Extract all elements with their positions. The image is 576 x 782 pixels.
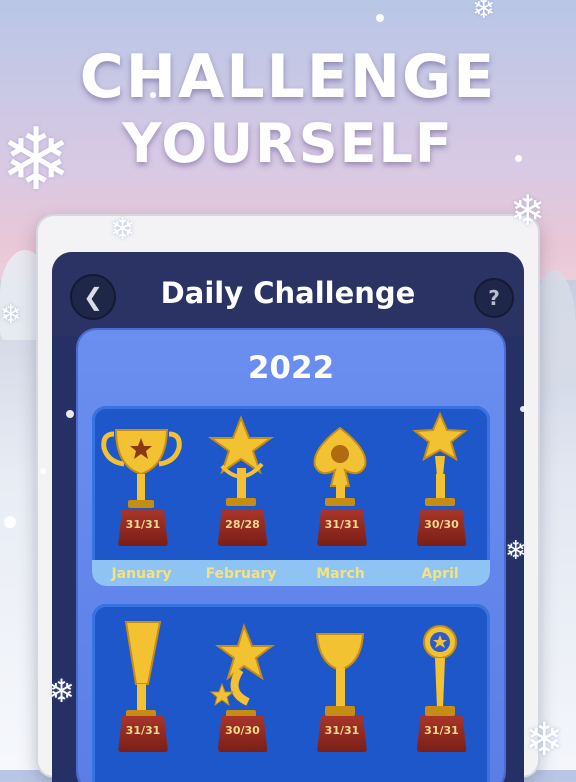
snow-dot (66, 410, 74, 418)
trophy-base: 28/28 (217, 510, 268, 546)
top-bar: ❮ Daily Challenge ? (52, 252, 524, 336)
completion-count: 31/31 (424, 724, 459, 737)
trophy-slot[interactable]: 31/31 January (92, 406, 191, 586)
snowflake-icon: ❄ (472, 0, 496, 25)
completion-count: 30/30 (424, 518, 459, 531)
completion-count: 30/30 (225, 724, 260, 737)
completion-count: 31/31 (125, 518, 161, 531)
trophy-slot[interactable]: 31/31 March (291, 406, 390, 586)
snowflake-icon: ❄ (48, 672, 75, 710)
snowflake-icon: ❄ (510, 186, 546, 235)
snowflake-icon: ❄ (110, 212, 136, 247)
question-mark-icon: ? (488, 286, 500, 310)
snowflake-icon: ❄ (525, 712, 564, 766)
snow-dot (4, 516, 16, 528)
trophy-slot[interactable]: 30/30 (192, 604, 291, 782)
app-screen: ❮ Daily Challenge ? 2022 31/31 January 2… (52, 252, 524, 782)
trophy-base: 31/31 (118, 510, 168, 546)
headline-line-2: YOURSELF (122, 112, 454, 175)
snowflake-icon: ❄ (0, 300, 22, 330)
phone-frame: ❮ Daily Challenge ? 2022 31/31 January 2… (38, 216, 538, 782)
trophy-base: 31/31 (317, 716, 367, 752)
snow-dot (40, 468, 46, 474)
snow-dot (150, 92, 156, 98)
month-label: February (205, 566, 277, 582)
trophy-base: 30/30 (416, 510, 467, 546)
completion-count: 31/31 (125, 724, 161, 737)
trophy-slot[interactable]: 31/31 (291, 604, 390, 782)
trophy-base: 31/31 (416, 716, 467, 752)
trophy-base: 30/30 (217, 716, 268, 752)
month-label: March (316, 566, 365, 582)
snowflake-icon: ❄ (505, 536, 527, 566)
trophy-slot[interactable]: 31/31 (391, 604, 490, 782)
trophy-base: 31/31 (317, 510, 367, 546)
year-label: 2022 (247, 350, 335, 386)
snowy-tree (532, 270, 576, 390)
trophy-base: 31/31 (118, 716, 168, 752)
month-label: January (111, 566, 172, 582)
completion-count: 28/28 (225, 518, 260, 531)
snow-dot (515, 155, 522, 162)
snow-dot (520, 406, 526, 412)
page-title: Daily Challenge (160, 276, 416, 310)
month-label: April (421, 566, 459, 582)
headline-line-1: CHALLENGE (79, 42, 497, 112)
month-row-panel: 31/31 30/30 31/31 31/31 (92, 604, 490, 782)
month-row-panel: 31/31 January 28/28 February 31/31 March 30… (92, 406, 490, 586)
completion-count: 31/31 (324, 724, 360, 737)
trophy-slot[interactable]: 31/31 (92, 604, 191, 782)
snowflake-icon: ❄ (0, 110, 73, 210)
completion-count: 31/31 (324, 518, 360, 531)
help-button[interactable]: ? (474, 278, 514, 318)
year-card: 2022 31/31 January 28/28 February 31/31 … (78, 330, 504, 782)
trophy-slot[interactable]: 30/30 April (391, 406, 490, 586)
snow-dot (376, 14, 384, 22)
trophy-slot[interactable]: 28/28 February (192, 406, 291, 586)
